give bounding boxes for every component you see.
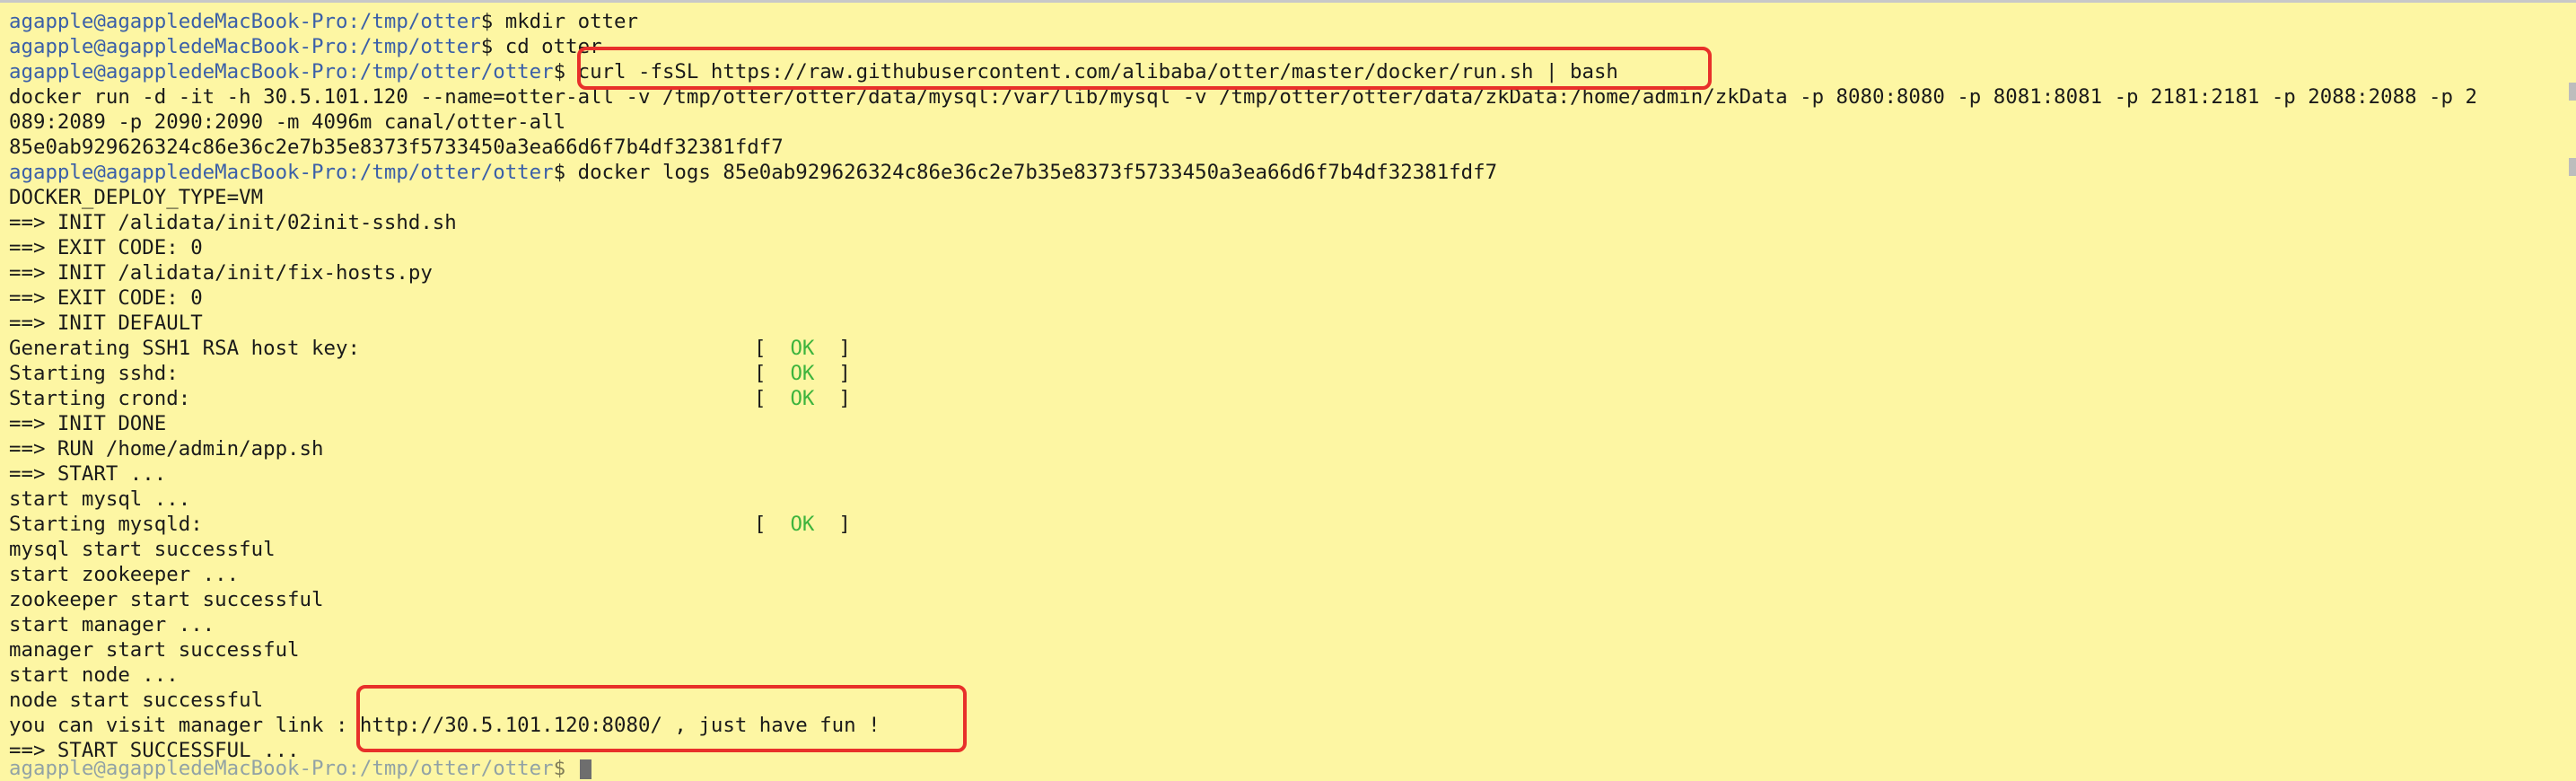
- window-top-border: [0, 0, 2576, 3]
- output-text: ==> INIT /alidata/init/fix-hosts.py: [9, 261, 433, 285]
- status-line: Starting mysqld: [ OK ]: [9, 512, 851, 537]
- status-line: Starting sshd: [ OK ]: [9, 361, 851, 386]
- output-text: start manager ...: [9, 613, 215, 636]
- highlight-curl-command: [577, 47, 1712, 90]
- status-ok: OK: [790, 362, 815, 385]
- command-text: docker logs 85e0ab929626324c86e36c2e7b35…: [577, 161, 1498, 184]
- prompt-user: agapple@agappledeMacBook-Pro: [9, 161, 348, 184]
- prompt-user: agapple@agappledeMacBook-Pro: [9, 10, 348, 33]
- prompt-line: agapple@agappledeMacBook-Pro:/tmp/otter$…: [9, 9, 638, 34]
- command-text: mkdir otter: [504, 10, 639, 33]
- output-text: 85e0ab929626324c86e36c2e7b35e8373f573345…: [9, 136, 784, 159]
- output-line: start zookeeper ...: [9, 562, 239, 587]
- prompt-line: agapple@agappledeMacBook-Pro:/tmp/otter/…: [9, 160, 1497, 185]
- output-line: 85e0ab929626324c86e36c2e7b35e8373f573345…: [9, 135, 784, 160]
- status-line: Generating SSH1 RSA host key: [ OK ]: [9, 336, 851, 361]
- status-indicator: [ OK ]: [754, 512, 851, 537]
- output-line: DOCKER_DEPLOY_TYPE=VM: [9, 185, 263, 210]
- prompt-dollar: $: [553, 757, 578, 780]
- output-line: ==> INIT DONE: [9, 411, 166, 436]
- prompt-dollar: $: [553, 60, 578, 83]
- output-line: zookeeper start successful: [9, 587, 324, 612]
- output-line: ==> EXIT CODE: 0: [9, 285, 203, 311]
- prompt-path: :/tmp/otter/otter: [347, 161, 554, 184]
- output-line: mysql start successful: [9, 537, 276, 562]
- status-line: Starting crond: [ OK ]: [9, 386, 851, 411]
- status-indicator: [ OK ]: [754, 361, 851, 386]
- scrollbar[interactable]: [2567, 0, 2576, 772]
- output-text: node start successful: [9, 689, 264, 712]
- output-text: DOCKER_DEPLOY_TYPE=VM: [9, 186, 264, 209]
- output-line: ==> INIT /alidata/init/fix-hosts.py: [9, 260, 433, 285]
- prompt-path: :/tmp/otter: [347, 10, 481, 33]
- status-indicator: [ OK ]: [754, 386, 851, 411]
- output-text: ==> INIT /alidata/init/02init-sshd.sh: [9, 211, 457, 234]
- prompt-path: :/tmp/otter/otter: [347, 757, 554, 780]
- output-text: ==> INIT DEFAULT: [9, 312, 203, 335]
- highlight-manager-link: [356, 685, 967, 752]
- status-bracket-close: ]: [814, 513, 851, 536]
- status-bracket-open: [: [754, 513, 791, 536]
- scroll-marker-bottom: [2569, 158, 2576, 176]
- status-label: Starting sshd:: [9, 362, 179, 385]
- prompt-user: agapple@agappledeMacBook-Pro: [9, 60, 348, 83]
- prompt-dollar: $: [480, 35, 505, 58]
- status-bracket-close: ]: [814, 362, 851, 385]
- terminal-window[interactable]: agapple@agappledeMacBook-Pro:/tmp/otter$…: [0, 0, 2576, 780]
- prompt-user: agapple@agappledeMacBook-Pro: [9, 35, 348, 58]
- prompt-dollar: $: [553, 161, 578, 184]
- prompt-path: :/tmp/otter/otter: [347, 60, 554, 83]
- output-line: manager start successful: [9, 637, 300, 663]
- output-text: start mysql ...: [9, 487, 191, 511]
- prompt-line: agapple@agappledeMacBook-Pro:/tmp/otter$…: [9, 34, 602, 59]
- output-text: zookeeper start successful: [9, 588, 324, 611]
- status-ok: OK: [790, 337, 815, 360]
- output-text: start zookeeper ...: [9, 563, 240, 586]
- output-line: start manager ...: [9, 612, 215, 637]
- prompt-line: agapple@agappledeMacBook-Pro:/tmp/otter/…: [9, 756, 591, 781]
- output-line: start node ...: [9, 663, 179, 688]
- output-line: ==> START ...: [9, 461, 166, 487]
- status-label: Generating SSH1 RSA host key:: [9, 337, 360, 360]
- status-ok: OK: [790, 513, 815, 536]
- status-indicator: [ OK ]: [754, 336, 851, 361]
- status-ok: OK: [790, 387, 815, 410]
- status-bracket-open: [: [754, 337, 791, 360]
- prompt-dollar: $: [480, 10, 505, 33]
- status-bracket-open: [: [754, 362, 791, 385]
- output-line: ==> RUN /home/admin/app.sh: [9, 436, 324, 461]
- output-text: start node ...: [9, 663, 179, 687]
- output-line: ==> INIT DEFAULT: [9, 311, 203, 336]
- output-text: ==> RUN /home/admin/app.sh: [9, 437, 324, 461]
- output-line: start mysql ...: [9, 487, 190, 512]
- output-line: node start successful: [9, 688, 263, 713]
- output-text: ==> START ...: [9, 462, 167, 486]
- output-text: mysql start successful: [9, 538, 276, 561]
- status-bracket-open: [: [754, 387, 791, 410]
- scroll-marker-top: [2569, 83, 2576, 101]
- output-text: ==> INIT DONE: [9, 412, 167, 435]
- output-text: manager start successful: [9, 638, 300, 662]
- output-text: 089:2089 -p 2090:2090 -m 4096m canal/ott…: [9, 110, 566, 134]
- prompt-path: :/tmp/otter: [347, 35, 481, 58]
- prompt-user: agapple@agappledeMacBook-Pro: [9, 757, 348, 780]
- output-text: ==> EXIT CODE: 0: [9, 236, 203, 259]
- status-bracket-close: ]: [814, 387, 851, 410]
- output-line: 089:2089 -p 2090:2090 -m 4096m canal/ott…: [9, 110, 565, 135]
- output-text: ==> EXIT CODE: 0: [9, 286, 203, 310]
- text-cursor: [579, 759, 591, 779]
- status-label: Starting crond:: [9, 387, 191, 410]
- status-label: Starting mysqld:: [9, 513, 203, 536]
- status-bracket-close: ]: [814, 337, 851, 360]
- output-line: ==> INIT /alidata/init/02init-sshd.sh: [9, 210, 457, 235]
- output-line: ==> EXIT CODE: 0: [9, 235, 203, 260]
